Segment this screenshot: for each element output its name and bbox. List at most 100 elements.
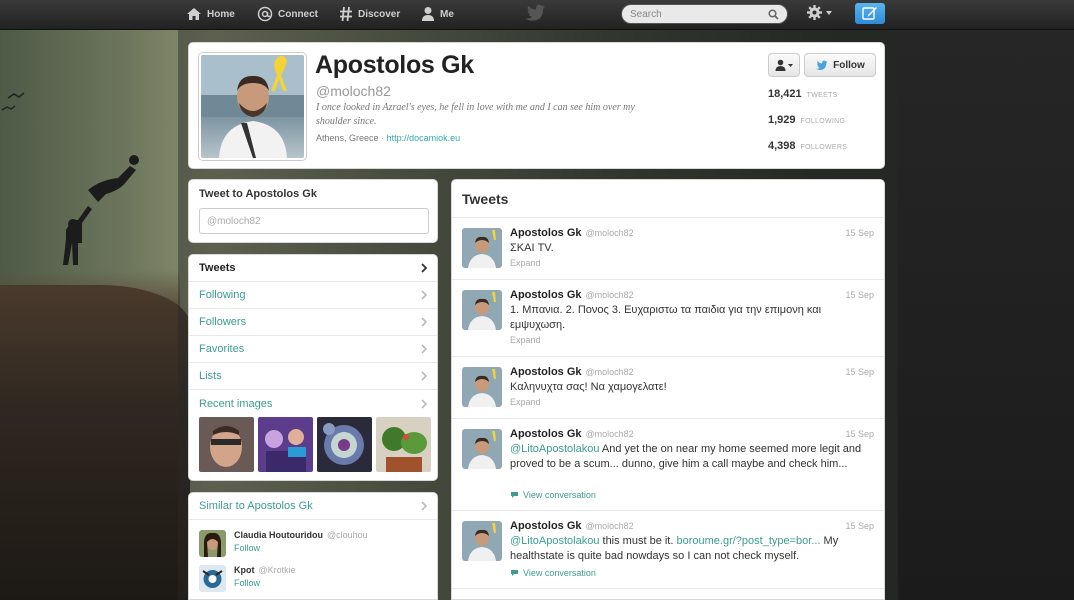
tweet-mention-link[interactable]: @LitoApostolakou	[510, 443, 599, 455]
sidenav-item-tweets[interactable]: Tweets	[189, 255, 437, 282]
tweet-item[interactable]: Apostolos Gk @moloch82 15 Sep Καληνυχτα σ…	[452, 357, 884, 419]
tweet-timestamp[interactable]: 15 Sep	[845, 290, 874, 300]
tweet-to-title: Tweet to Apostolos Gk	[199, 188, 317, 200]
chevron-down-icon	[826, 10, 832, 15]
avatar[interactable]	[199, 565, 226, 592]
tweet-author-handle: @moloch82	[585, 429, 634, 439]
tweet-timestamp[interactable]: 15 Sep	[845, 429, 874, 439]
tweet-expand-link[interactable]: Expand	[510, 335, 541, 345]
tweet-to-input[interactable]: @moloch82	[199, 208, 429, 234]
stat-tweets-value: 18,421	[768, 88, 802, 100]
tweet-author-line: Apostolos Gk @moloch82	[510, 227, 634, 239]
tweet-item[interactable]: Apostolos Gk @moloch82 15 Sep @LitoAposto…	[452, 419, 884, 511]
tweet-timestamp[interactable]: 15 Sep	[845, 367, 874, 377]
tweet-author-name[interactable]: Apostolos Gk	[510, 428, 582, 440]
profile-avatar[interactable]	[199, 53, 306, 160]
search-icon[interactable]	[768, 8, 779, 20]
tweet-author-name[interactable]: Apostolos Gk	[510, 227, 582, 239]
tweet-timestamp[interactable]: 15 Sep	[845, 228, 874, 238]
tweet-author-line: Apostolos Gk @moloch82	[510, 366, 634, 378]
stat-following-label: FOLLOWING	[800, 118, 846, 125]
avatar[interactable]	[462, 429, 502, 469]
chevron-right-icon	[421, 290, 427, 300]
recent-images-grid	[199, 417, 431, 472]
sidenav-item-favorites[interactable]: Favorites	[189, 336, 437, 363]
tweet-timestamp[interactable]: 15 Sep	[845, 521, 874, 531]
tweet-author-name[interactable]: Apostolos Gk	[510, 520, 582, 532]
user-avatar-icon	[462, 290, 502, 330]
view-conversation-link[interactable]: View conversation	[510, 490, 596, 500]
view-conversation-label: View conversation	[523, 490, 596, 500]
chevron-right-icon	[421, 344, 427, 354]
sidenav-item-lists[interactable]: Lists	[189, 363, 437, 390]
stat-tweets[interactable]: 18,421 TWEETS	[768, 88, 838, 100]
chevron-right-icon	[421, 501, 427, 511]
recent-image-thumb[interactable]	[317, 417, 372, 472]
tweet-author-name[interactable]: Apostolos Gk	[510, 289, 582, 301]
chevron-right-icon	[421, 317, 427, 327]
nav-discover[interactable]: Discover	[339, 0, 400, 28]
follow-button[interactable]: Follow	[804, 53, 876, 77]
sidenav-item-following[interactable]: Following	[189, 282, 437, 309]
nav-connect[interactable]: Connect	[257, 0, 318, 28]
profile-url-link[interactable]: http://docamiok.eu	[387, 133, 461, 143]
search-input[interactable]: Search	[621, 4, 788, 24]
tweet-text: @LitoApostolakou this must be it. boroum…	[510, 534, 870, 564]
compose-tweet-button[interactable]	[855, 3, 885, 24]
avatar[interactable]	[462, 367, 502, 407]
tweet-to-box: Tweet to Apostolos Gk @moloch82	[188, 179, 438, 243]
nav-home[interactable]: Home	[186, 0, 235, 28]
sidenav-item-label: Favorites	[199, 343, 245, 355]
nav-me[interactable]: Me	[421, 0, 454, 28]
similar-user-name[interactable]: Claudia Houtouridou	[234, 530, 323, 540]
tweet-author-name[interactable]: Apostolos Gk	[510, 366, 582, 378]
avatar[interactable]	[462, 521, 502, 561]
tweet-mention-link[interactable]: @LitoApostolakou	[510, 535, 599, 547]
stat-followers[interactable]: 4,398 FOLLOWERS	[768, 140, 847, 152]
view-conversation-label: View conversation	[523, 568, 596, 578]
user-avatar-icon	[462, 521, 502, 561]
similar-user-name[interactable]: Kpot	[234, 565, 255, 575]
avatar[interactable]	[462, 290, 502, 330]
similar-user-handle: @clouhou	[327, 530, 368, 540]
avatar[interactable]	[199, 530, 226, 557]
stat-following-value: 1,929	[768, 114, 796, 126]
nav-discover-label: Discover	[358, 8, 401, 20]
sidenav-item-followers[interactable]: Followers	[189, 309, 437, 336]
user-avatar-icon	[199, 565, 226, 592]
tweet-expand-link[interactable]: Expand	[510, 258, 541, 268]
tweet-item[interactable]: Apostolos Gk @moloch82 15 Sep ΣΚΑΙ TV. Ex…	[452, 218, 884, 280]
person-icon	[775, 59, 786, 71]
chevron-right-icon	[421, 371, 427, 381]
background-figures-icon	[1, 92, 139, 265]
background-hill	[0, 285, 190, 600]
similar-user-follow-link[interactable]: Follow	[234, 578, 296, 588]
settings-menu[interactable]	[806, 4, 832, 21]
twitter-bird-icon	[815, 60, 828, 70]
recent-image-thumb[interactable]	[258, 417, 313, 472]
top-navigation-bar: Home Connect Discover Me Search	[0, 0, 1074, 30]
nav-me-label: Me	[440, 8, 454, 20]
tweet-expand-link[interactable]: Expand	[510, 397, 541, 407]
group-photo-thumbnail-icon	[258, 417, 313, 472]
user-actions-button[interactable]	[768, 53, 800, 77]
similar-accounts-header[interactable]: Similar to Apostolos Gk	[189, 493, 437, 520]
tweet-item[interactable]: Apostolos Gk @moloch82 15 Sep @LitoAposto…	[452, 511, 884, 589]
user-avatar-icon	[462, 429, 502, 469]
sidenav-item-recent-images[interactable]: Recent images	[189, 390, 437, 417]
gear-icon	[807, 5, 822, 20]
tweet-item[interactable]: Apostolos Gk @moloch82 15 Sep 1. Μπανια. …	[452, 280, 884, 357]
home-icon	[187, 8, 201, 20]
tweet-url-link[interactable]: boroume.gr/?post_type=bor...	[676, 535, 820, 547]
tweet-author-handle: @moloch82	[585, 228, 634, 238]
tweets-stream-title: Tweets	[452, 180, 884, 218]
similar-user-row: Kpot @Krotkie Follow	[199, 565, 296, 592]
recent-image-thumb[interactable]	[376, 417, 431, 472]
view-conversation-link[interactable]: View conversation	[510, 568, 596, 578]
pattern-thumbnail-icon	[317, 417, 372, 472]
recent-image-thumb[interactable]	[199, 417, 254, 472]
similar-user-follow-link[interactable]: Follow	[234, 543, 368, 553]
tweets-stream: Tweets Apostolos Gk @moloch82 15 Sep ΣΚΑΙ…	[451, 179, 885, 600]
stat-following[interactable]: 1,929 FOLLOWING	[768, 114, 845, 126]
avatar[interactable]	[462, 228, 502, 268]
